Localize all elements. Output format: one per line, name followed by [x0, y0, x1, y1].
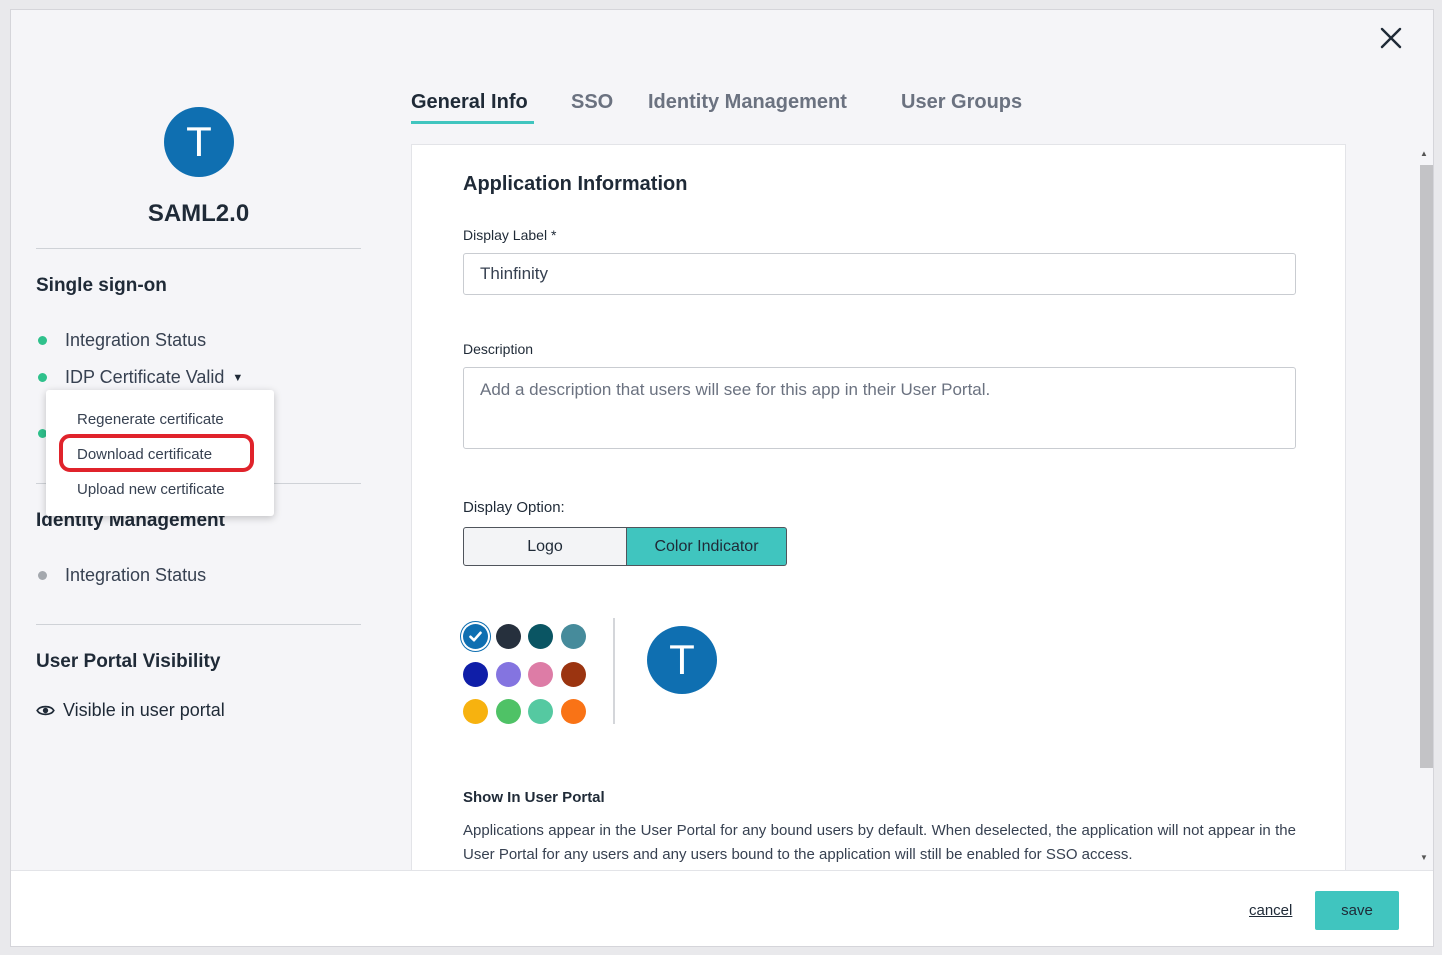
color-swatch[interactable] [561, 699, 586, 724]
scroll-up-arrow-icon[interactable]: ▲ [1420, 149, 1428, 158]
tab-sso[interactable]: SSO [571, 91, 613, 114]
sidebar-divider [36, 248, 361, 249]
scrollbar[interactable]: ▲ ▼ [1416, 147, 1433, 867]
avatar-preview-letter: T [669, 636, 695, 683]
color-swatch[interactable] [528, 624, 553, 649]
tab-user-groups[interactable]: User Groups [901, 91, 1022, 114]
avatar-preview: T [647, 626, 717, 694]
active-tab-indicator [411, 121, 534, 124]
app-settings-modal: T SAML2.0 Single sign-on Integration Sta… [10, 9, 1434, 947]
tab-identity-management[interactable]: Identity Management [648, 91, 847, 114]
certificate-menu: Regenerate certificate Download certific… [46, 390, 274, 516]
color-swatch[interactable] [463, 624, 488, 649]
sso-section-title: Single sign-on [36, 275, 167, 296]
show-in-portal-heading: Show In User Portal [463, 789, 605, 806]
color-swatch[interactable] [496, 624, 521, 649]
scrollbar-thumb[interactable] [1420, 165, 1433, 768]
menu-item-regenerate-certificate[interactable]: Regenerate certificate [77, 411, 224, 428]
palette-divider [613, 618, 615, 724]
color-swatch[interactable] [528, 662, 553, 687]
identity-integration-status: Integration Status [38, 565, 206, 586]
color-swatch[interactable] [561, 624, 586, 649]
status-dot [38, 571, 47, 580]
status-dot [38, 336, 47, 345]
scroll-down-arrow-icon[interactable]: ▼ [1420, 853, 1428, 862]
description-textarea[interactable]: Add a description that users will see fo… [463, 367, 1296, 449]
display-label-value: Thinfinity [480, 264, 549, 283]
color-swatch[interactable] [496, 699, 521, 724]
close-icon[interactable] [1377, 24, 1405, 52]
sso-integration-status: Integration Status [38, 330, 206, 351]
display-option-label: Display Option: [463, 499, 565, 516]
color-swatch[interactable] [463, 699, 488, 724]
app-name: SAML2.0 [147, 200, 250, 227]
display-option-color-indicator[interactable]: Color Indicator [627, 527, 787, 566]
display-label-label: Display Label * [463, 227, 557, 243]
description-label: Description [463, 341, 534, 357]
idp-certificate-status[interactable]: IDP Certificate Valid ▼ [38, 367, 243, 388]
display-label-input[interactable]: Thinfinity [463, 253, 1296, 295]
eye-icon [36, 705, 55, 716]
color-swatch[interactable] [463, 662, 488, 687]
visibility-label: Visible in user portal [63, 700, 225, 720]
checkmark-icon [469, 631, 482, 642]
show-in-portal-description: Applications appear in the User Portal f… [463, 822, 1296, 863]
sidebar-divider [36, 624, 361, 625]
portal-section-title: User Portal Visibility [36, 651, 221, 672]
status-label: IDP Certificate Valid [65, 367, 225, 387]
color-swatch[interactable] [561, 662, 586, 687]
general-info-panel: Application Information Display Label * … [411, 144, 1346, 944]
app-avatar-letter: T [186, 118, 212, 165]
section-heading: Application Information [463, 173, 688, 195]
menu-item-download-certificate[interactable]: Download certificate [77, 446, 212, 463]
caret-down-icon[interactable]: ▼ [232, 372, 243, 384]
menu-item-upload-certificate[interactable]: Upload new certificate [77, 481, 225, 498]
status-label: Integration Status [65, 330, 207, 350]
cancel-button[interactable]: cancel [1249, 902, 1292, 919]
app-avatar: T [164, 107, 234, 177]
display-option-logo[interactable]: Logo [463, 527, 627, 566]
modal-footer: cancel save [11, 870, 1433, 946]
tab-general-info[interactable]: General Info [411, 91, 528, 114]
save-button[interactable]: save [1315, 891, 1399, 930]
status-dot [38, 373, 47, 382]
status-label: Integration Status [65, 565, 207, 585]
portal-visibility: Visible in user portal [36, 700, 225, 721]
color-swatch[interactable] [528, 699, 553, 724]
description-placeholder: Add a description that users will see fo… [480, 380, 991, 399]
color-swatch[interactable] [496, 662, 521, 687]
